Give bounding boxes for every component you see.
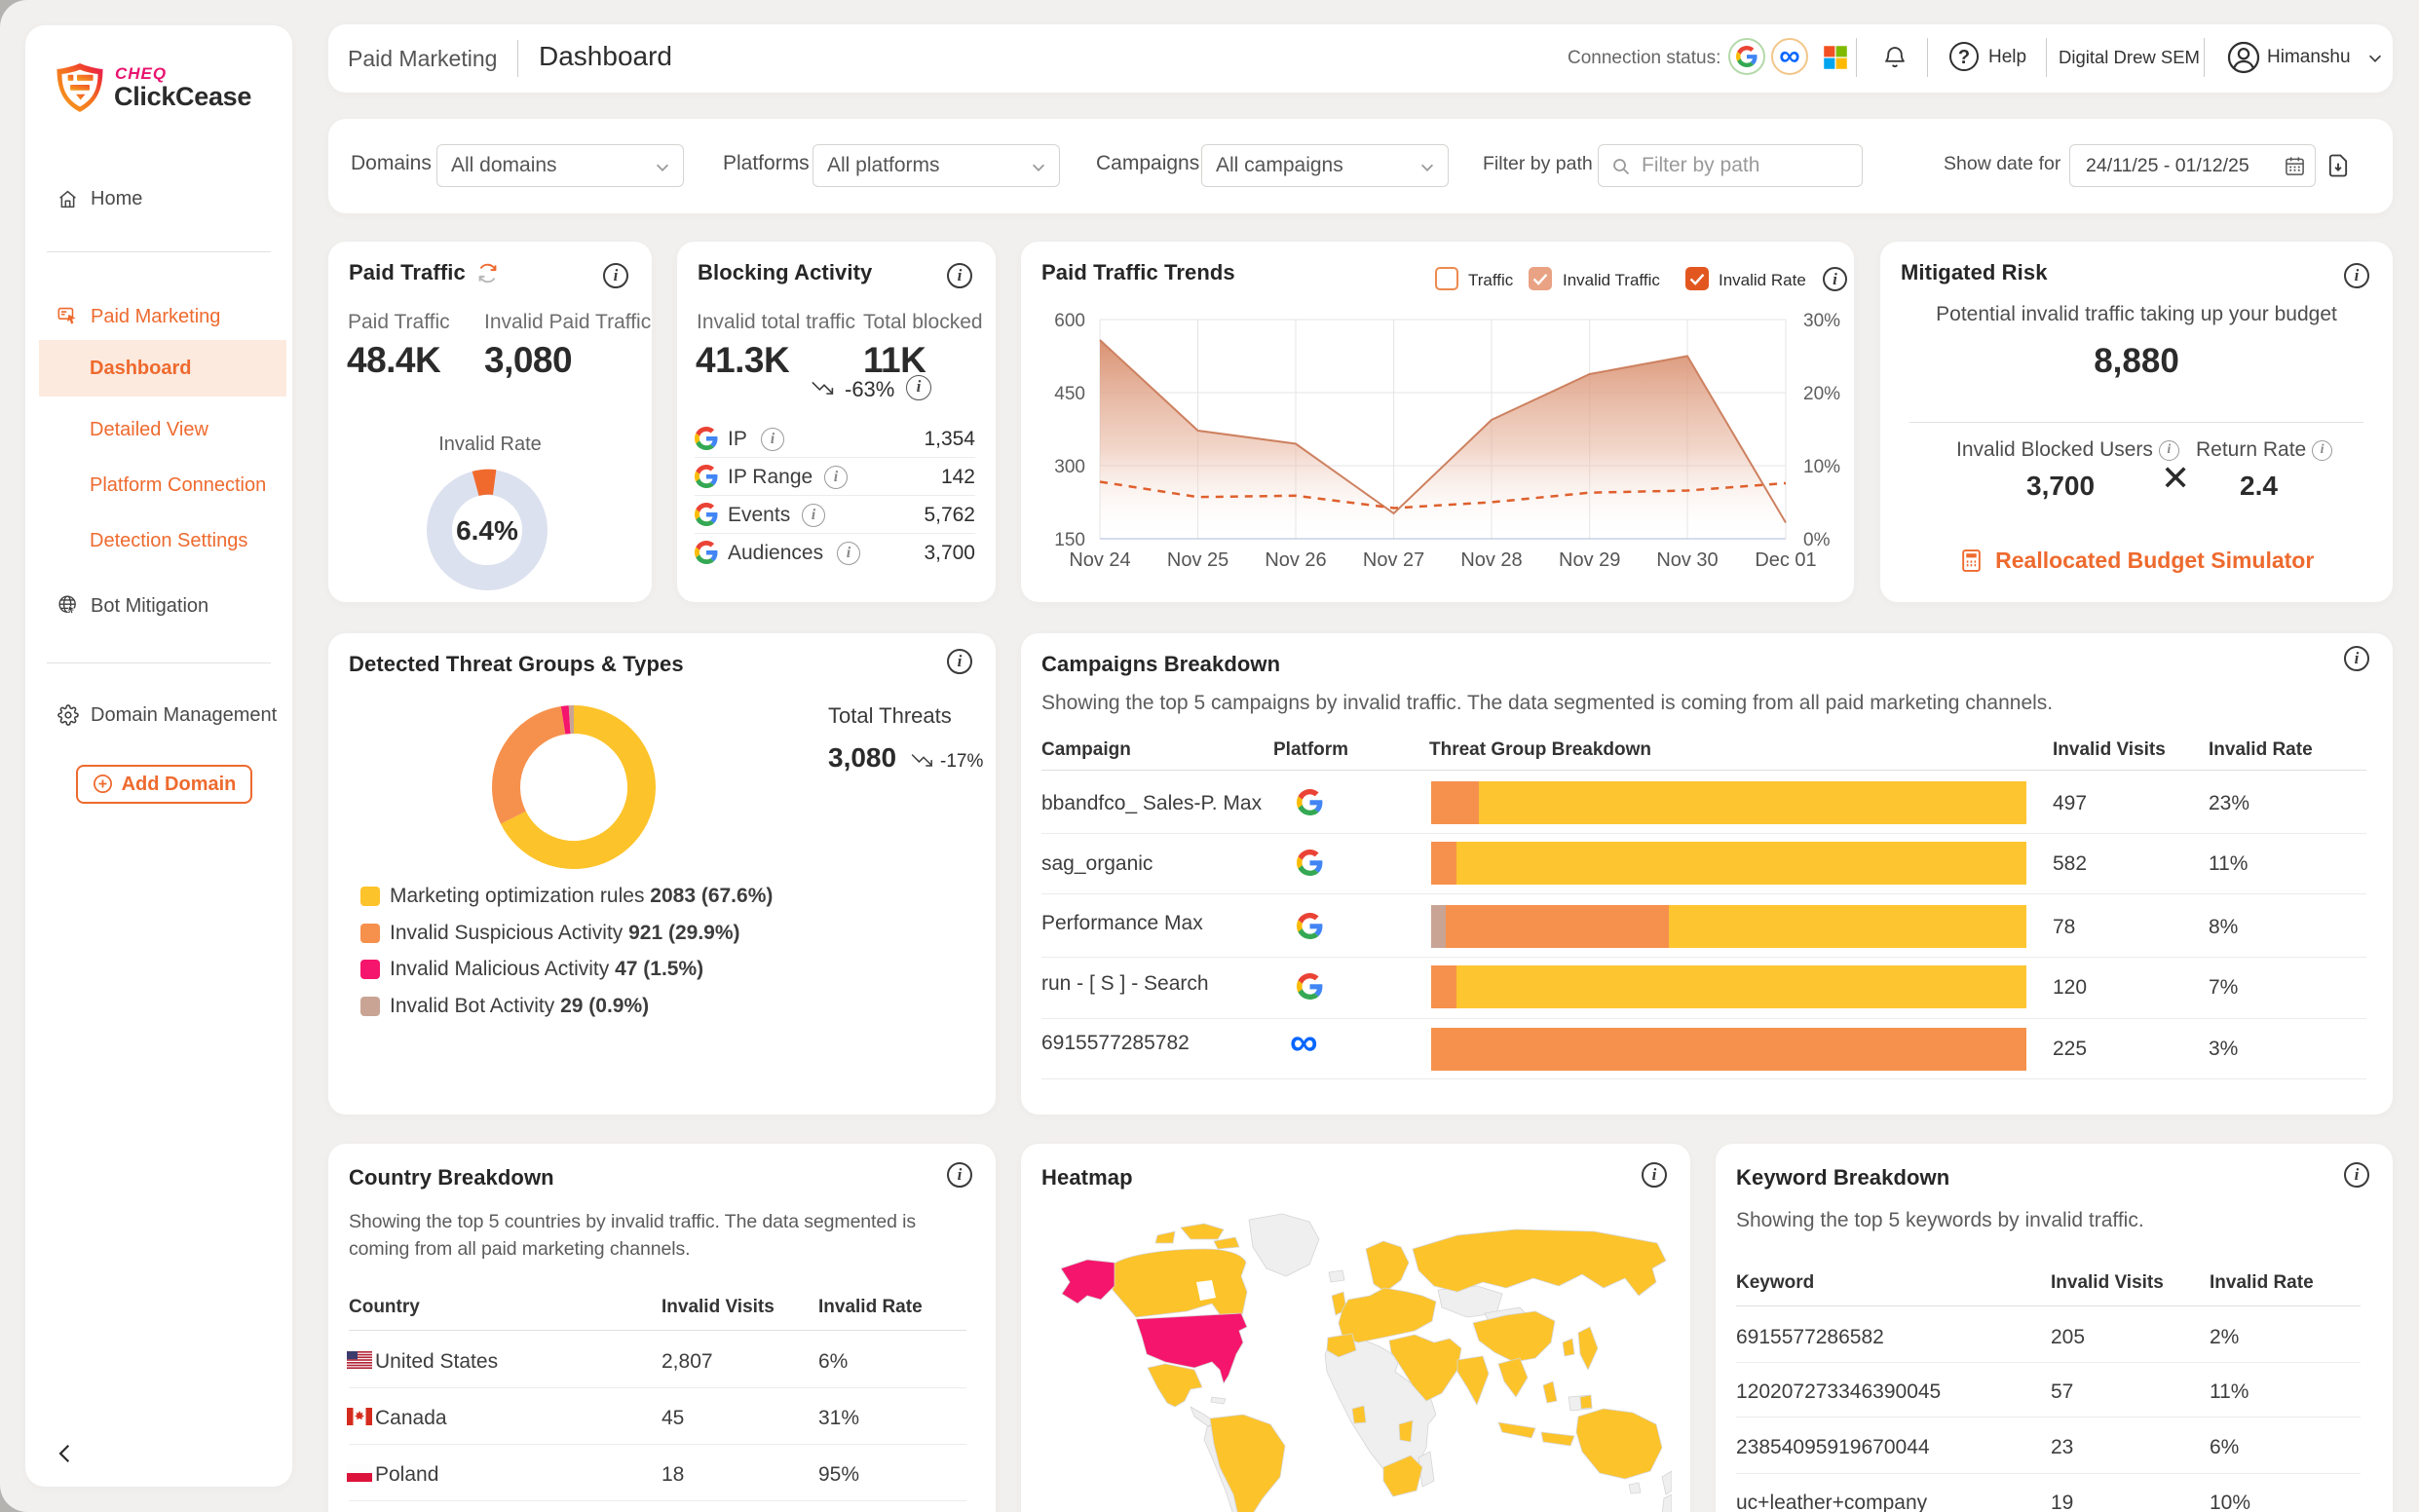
svg-text:450: 450 (1054, 384, 1085, 404)
svg-text:600: 600 (1054, 311, 1085, 331)
svg-text:0%: 0% (1803, 530, 1831, 550)
svg-text:Nov 24: Nov 24 (1069, 549, 1130, 571)
svg-text:Nov 28: Nov 28 (1460, 549, 1522, 571)
svg-text:20%: 20% (1803, 384, 1840, 404)
svg-text:Nov 26: Nov 26 (1265, 549, 1326, 571)
svg-text:Dec 01: Dec 01 (1755, 549, 1816, 571)
svg-text:300: 300 (1054, 457, 1085, 477)
svg-text:Nov 27: Nov 27 (1363, 549, 1424, 571)
svg-text:Nov 29: Nov 29 (1559, 549, 1620, 571)
svg-text:Nov 25: Nov 25 (1167, 549, 1228, 571)
svg-text:30%: 30% (1803, 311, 1840, 331)
svg-text:Nov 30: Nov 30 (1656, 549, 1718, 571)
svg-text:6.4%: 6.4% (456, 515, 518, 546)
svg-text:10%: 10% (1803, 457, 1840, 477)
svg-text:150: 150 (1054, 530, 1085, 550)
